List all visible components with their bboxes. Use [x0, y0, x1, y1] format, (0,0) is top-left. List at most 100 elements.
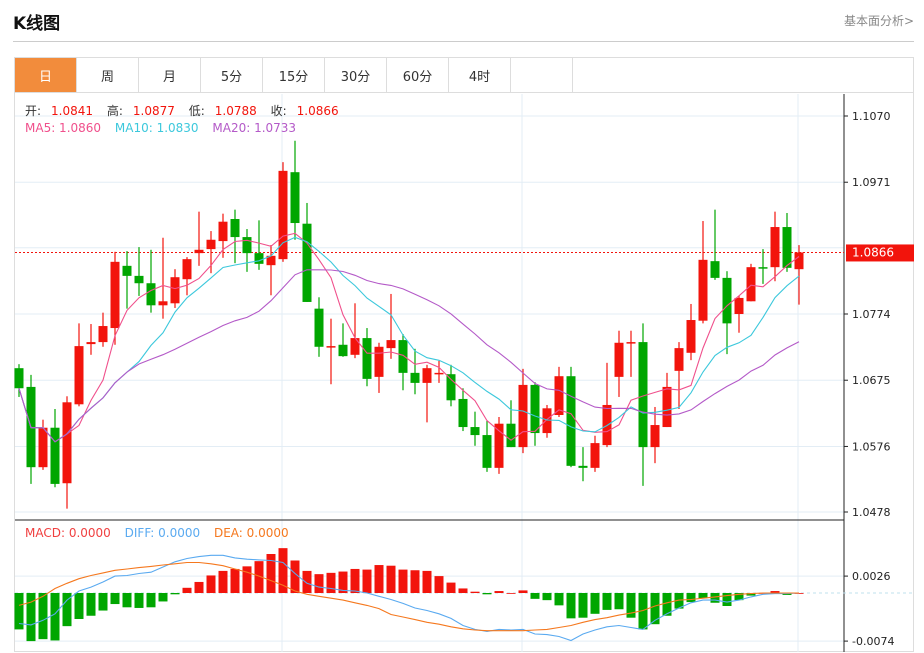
candle-up: [38, 427, 48, 468]
macd-bar: [38, 593, 48, 640]
macd-bar: [50, 593, 60, 641]
macd-bar: [482, 593, 492, 595]
candle-down: [134, 275, 144, 284]
macd-bar: [74, 593, 84, 619]
candle-up: [590, 443, 600, 468]
candle-up: [422, 368, 432, 383]
macd-bar: [398, 569, 408, 593]
price-tick-label: 1.1070: [852, 110, 891, 123]
macd-legend-value: MACD: 0.0000: [25, 526, 111, 540]
macd-bar: [614, 593, 624, 610]
macd-bar: [650, 593, 660, 625]
candle-up: [554, 376, 564, 416]
macd-bar: [134, 593, 144, 608]
candle-up: [74, 346, 84, 405]
ohlc-legend: 开: 1.0841 高: 1.0877 低: 1.0788 收: 1.0866: [25, 102, 349, 119]
candle-down: [506, 423, 516, 448]
candle-up: [386, 340, 396, 349]
macd-bar: [110, 593, 120, 605]
candle-up: [326, 346, 336, 348]
open-value: 1.0841: [51, 104, 94, 118]
kline-chart[interactable]: 1.1070 1.0971 1.0774 1.0675 1.0576 1.0478 0.00…: [0, 0, 924, 653]
macd-bar: [350, 568, 360, 593]
macd-bar: [602, 593, 612, 610]
macd-bar: [86, 593, 96, 616]
macd-bar: [542, 593, 552, 601]
candle-up: [374, 346, 384, 377]
macd-bar: [422, 570, 432, 593]
candle-up: [350, 338, 360, 355]
ma20-legend: MA20: 1.0733: [212, 121, 297, 135]
close-value: 1.0866: [296, 104, 339, 118]
candle-down: [50, 427, 60, 484]
candle-down: [722, 277, 732, 324]
candle-down: [446, 374, 456, 401]
macd-bar: [494, 591, 504, 593]
candle-up: [86, 342, 96, 345]
candle-up: [686, 320, 696, 353]
candle-up: [206, 239, 216, 250]
price-tick-label: 1.0971: [852, 176, 891, 189]
candle-down: [470, 427, 480, 436]
candle-down: [578, 465, 588, 468]
candle-down: [242, 237, 252, 254]
macd-bar: [242, 566, 252, 593]
candle-down: [254, 253, 264, 264]
macd-bar: [458, 588, 468, 593]
candle-up: [674, 348, 684, 371]
macd-tick-label: 0.0026: [852, 570, 891, 583]
macd-bar: [434, 576, 444, 593]
candle-up: [794, 252, 804, 270]
macd-bar: [314, 574, 324, 593]
candle-down: [314, 308, 324, 347]
candle-down: [410, 372, 420, 383]
macd-bar: [98, 593, 108, 611]
candle-down: [710, 261, 720, 278]
candle-down: [362, 338, 372, 379]
candle-up: [98, 326, 108, 343]
candle-up: [770, 227, 780, 268]
candle-up: [170, 277, 180, 304]
candle-down: [338, 344, 348, 357]
macd-bar: [566, 593, 576, 619]
ma-legend: MA5: 1.0860 MA10: 1.0830 MA20: 1.0733: [25, 121, 306, 135]
price-tick-label: 1.0478: [852, 506, 891, 519]
candle-down: [122, 265, 132, 276]
high-value: 1.0877: [132, 104, 175, 118]
macd-bar: [470, 591, 480, 593]
candle-up: [182, 259, 192, 280]
macd-bar: [362, 569, 372, 593]
macd-bar: [158, 593, 168, 602]
macd-bar: [374, 565, 384, 593]
macd-bar: [686, 593, 696, 603]
macd-bar: [302, 570, 312, 593]
macd-bar: [530, 593, 540, 599]
ma5-legend: MA5: 1.0860: [25, 121, 102, 135]
macd-bar: [590, 593, 600, 614]
open-label: 开:: [25, 104, 42, 118]
candle-down: [758, 267, 768, 269]
macd-bar: [578, 593, 588, 618]
candle-up: [542, 408, 552, 434]
macd-bar: [326, 572, 336, 593]
macd-bar: [410, 570, 420, 593]
low-value: 1.0788: [214, 104, 257, 118]
macd-bar: [146, 593, 156, 608]
ma10-line: [18, 236, 800, 443]
candle-down: [230, 219, 240, 238]
candle-down: [566, 376, 576, 466]
candle-up: [110, 261, 120, 329]
candle-down: [290, 172, 300, 224]
close-label: 收:: [270, 104, 287, 118]
candle-down: [14, 368, 24, 389]
macd-bar: [182, 587, 192, 593]
macd-bar: [710, 593, 720, 603]
candle-up: [698, 259, 708, 321]
candle-up: [650, 425, 660, 448]
macd-legend: MACD: 0.0000 DIFF: 0.0000 DEA: 0.0000: [25, 526, 299, 540]
price-tick-label: 1.0675: [852, 374, 891, 387]
candle-down: [458, 398, 468, 428]
candle-down: [530, 384, 540, 434]
candle-up: [746, 267, 756, 302]
candle-down: [482, 435, 492, 468]
